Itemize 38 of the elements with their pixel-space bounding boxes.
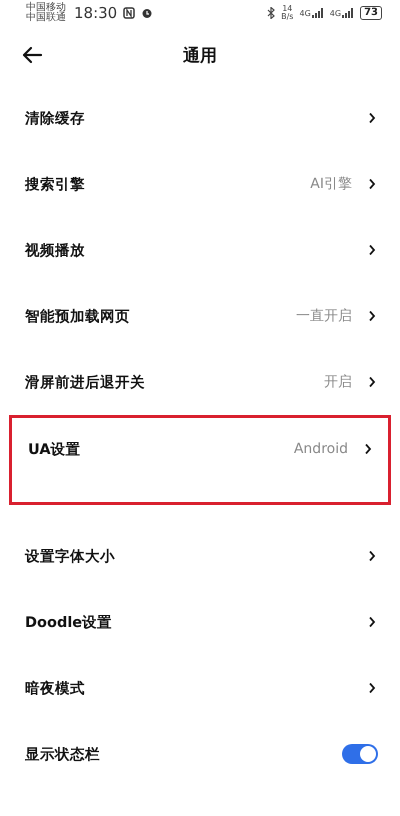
setting-label[interactable]: Doodle设置 xyxy=(25,612,112,632)
carrier-name: 中国移动 xyxy=(26,3,66,13)
network-type: 4G xyxy=(299,9,311,18)
setting-value: 一直开启 xyxy=(296,307,352,325)
chevron-right-icon[interactable] xyxy=(368,550,376,562)
bluetooth-icon xyxy=(267,7,276,19)
setting-label[interactable]: 搜索引擎 xyxy=(25,174,85,194)
carrier-name: 中国联通 xyxy=(26,13,66,23)
page-title: 通用 xyxy=(183,44,217,66)
setting-label[interactable]: UA设置 xyxy=(28,440,81,458)
setting-label[interactable]: 智能预加载网页 xyxy=(25,306,130,326)
chevron-right-icon[interactable] xyxy=(364,443,372,455)
setting-value: AI引擎 xyxy=(310,175,352,193)
signal-icon xyxy=(312,8,324,18)
setting-label[interactable]: 清除缓存 xyxy=(25,108,85,128)
setting-label[interactable]: 滑屏前进后退开关 xyxy=(25,372,145,392)
setting-label[interactable]: 显示状态栏 xyxy=(25,744,100,764)
chevron-right-icon[interactable] xyxy=(368,376,376,388)
clock-time: 18:30 xyxy=(74,4,118,22)
network-speed: 14 xyxy=(282,5,292,13)
setting-value: 开启 xyxy=(324,373,352,391)
signal-icon xyxy=(342,8,354,18)
chevron-right-icon[interactable] xyxy=(368,682,376,694)
nfc-icon xyxy=(123,7,136,19)
chevron-right-icon[interactable] xyxy=(368,178,376,190)
chevron-right-icon[interactable] xyxy=(368,112,376,124)
chevron-right-icon[interactable] xyxy=(368,310,376,322)
setting-value: Android xyxy=(294,441,348,457)
setting-label[interactable]: 视频播放 xyxy=(25,240,85,260)
battery-level: 73 xyxy=(360,6,382,20)
network-speed: B/s xyxy=(281,13,294,21)
alarm-icon xyxy=(141,7,154,19)
chevron-right-icon[interactable] xyxy=(368,616,376,628)
network-type: 4G xyxy=(330,9,342,18)
toggle-switch[interactable] xyxy=(342,744,378,764)
chevron-right-icon[interactable] xyxy=(368,244,376,256)
setting-label[interactable]: 设置字体大小 xyxy=(25,546,115,566)
setting-label[interactable]: 暗夜模式 xyxy=(25,678,85,698)
